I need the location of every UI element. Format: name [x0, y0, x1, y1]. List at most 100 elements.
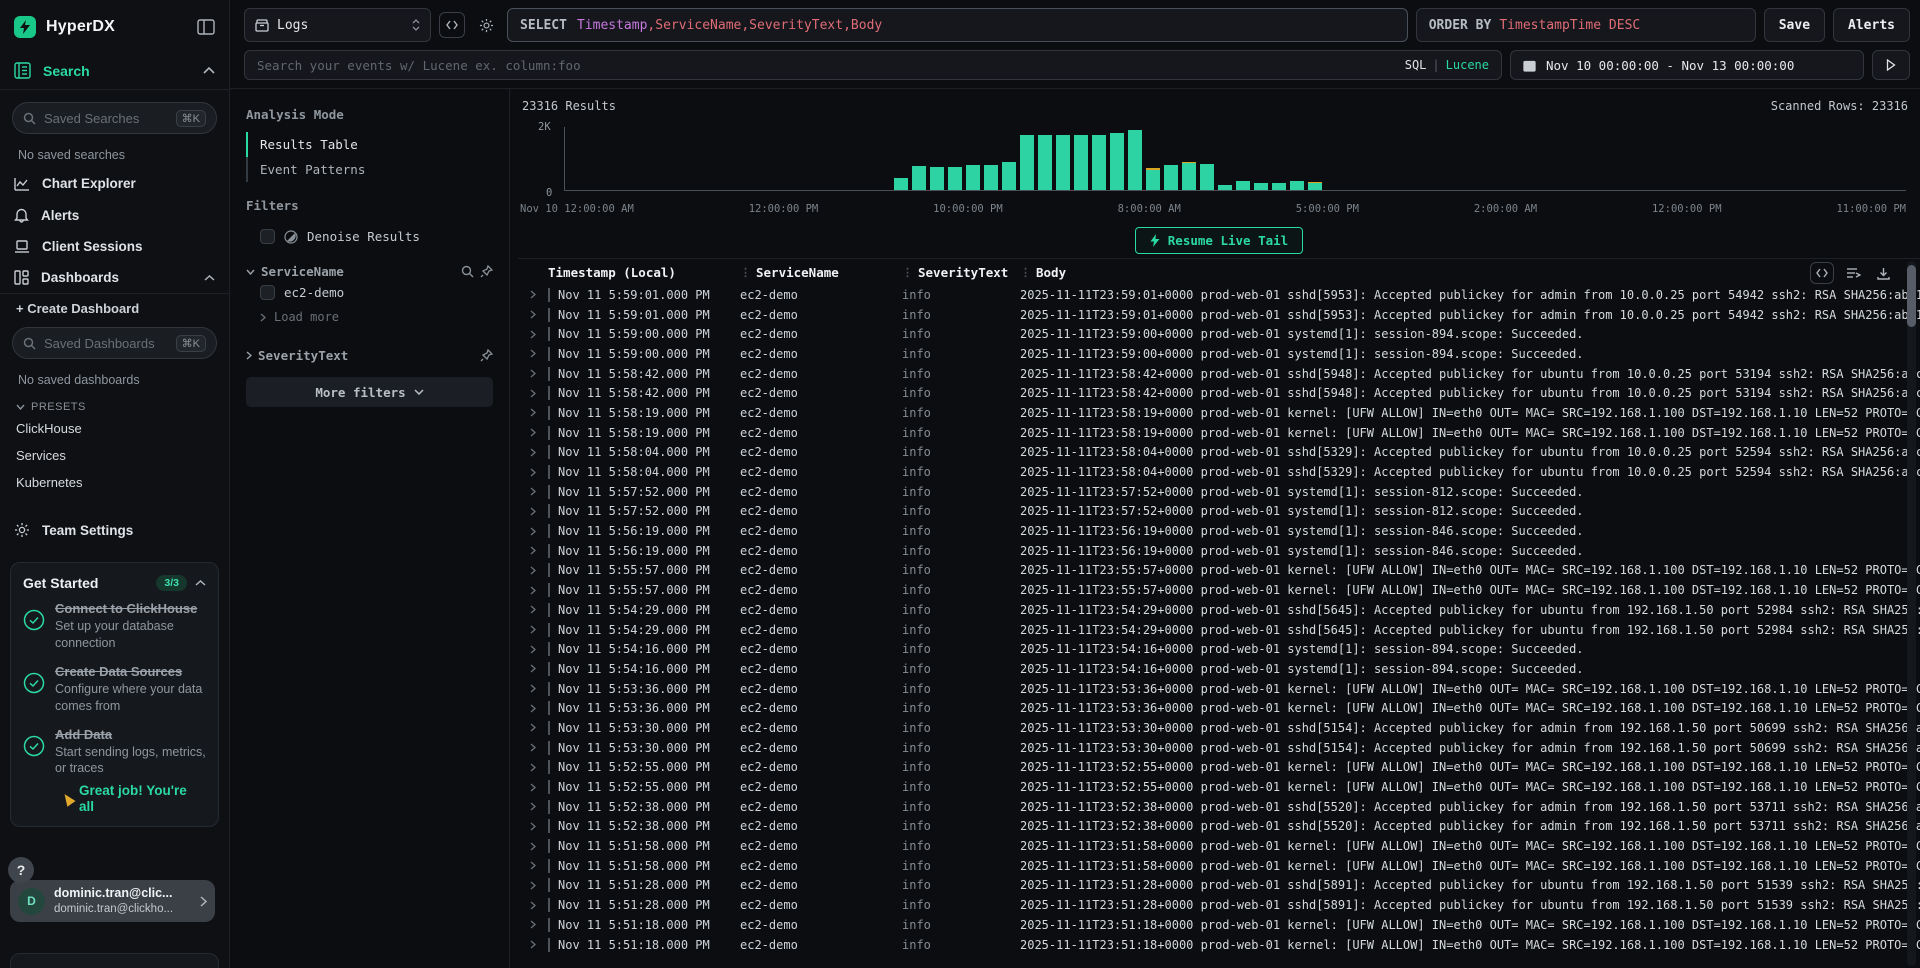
chart-bar[interactable]: [1146, 168, 1160, 190]
user-profile-chip[interactable]: D dominic.tran@clic... dominic.tran@clic…: [10, 880, 215, 922]
chart-bar[interactable]: [1254, 183, 1268, 190]
filter-group-servicename[interactable]: ServiceName: [246, 264, 493, 279]
chart-bar[interactable]: [912, 166, 926, 190]
table-row[interactable]: Nov 11 5:52:38.000 PM ec2-demo info 2025…: [518, 817, 1920, 837]
expand-row-chevron-icon[interactable]: [518, 822, 548, 831]
chevron-up-icon[interactable]: [204, 275, 215, 281]
histogram-plot[interactable]: [564, 127, 1906, 191]
column-resize-handle[interactable]: ⋮: [1020, 266, 1030, 279]
query-language-toggle[interactable]: SQL | Lucene: [1405, 58, 1489, 72]
chevron-up-icon[interactable]: [195, 580, 206, 586]
sidebar-item-chart-explorer[interactable]: Chart Explorer: [0, 168, 229, 199]
expand-row-chevron-icon[interactable]: [518, 861, 548, 870]
saved-dashboards-input[interactable]: Saved Dashboards ⌘K: [12, 327, 217, 359]
table-scrollbar[interactable]: [1907, 261, 1916, 966]
expand-row-chevron-icon[interactable]: [518, 901, 548, 910]
expand-row-chevron-icon[interactable]: [518, 290, 548, 299]
table-row[interactable]: Nov 11 5:58:04.000 PM ec2-demo info 2025…: [518, 443, 1920, 463]
chart-bar[interactable]: [948, 167, 962, 190]
table-row[interactable]: Nov 11 5:58:42.000 PM ec2-demo info 2025…: [518, 383, 1920, 403]
expand-row-chevron-icon[interactable]: [518, 763, 548, 772]
expand-row-chevron-icon[interactable]: [518, 940, 548, 949]
table-row[interactable]: Nov 11 5:54:29.000 PM ec2-demo info 2025…: [518, 600, 1920, 620]
expand-row-chevron-icon[interactable]: [518, 881, 548, 890]
chart-bar[interactable]: [1128, 130, 1142, 190]
expand-row-chevron-icon[interactable]: [518, 783, 548, 792]
expand-row-chevron-icon[interactable]: [518, 802, 548, 811]
filter-value-ec2-demo[interactable]: ec2-demo: [246, 279, 493, 306]
presets-toggle[interactable]: PRESETS: [0, 393, 229, 415]
table-row[interactable]: Nov 11 5:59:00.000 PM ec2-demo info 2025…: [518, 344, 1920, 364]
expand-row-chevron-icon[interactable]: [518, 349, 548, 358]
chart-bar[interactable]: [1020, 135, 1034, 190]
ec2-demo-checkbox[interactable]: [260, 285, 275, 300]
chart-bar[interactable]: [1290, 181, 1304, 190]
chart-bar[interactable]: [966, 165, 980, 190]
table-row[interactable]: Nov 11 5:53:36.000 PM ec2-demo info 2025…: [518, 679, 1920, 699]
event-search-input[interactable]: Search your events w/ Lucene ex. column:…: [244, 50, 1502, 80]
sidebar-item-client-sessions[interactable]: Client Sessions: [0, 231, 229, 262]
expand-row-chevron-icon[interactable]: [518, 448, 548, 457]
col-header-severitytext[interactable]: SeverityText: [918, 265, 1008, 280]
chart-bar[interactable]: [930, 167, 944, 190]
get-started-item[interactable]: Add Data Start sending logs, metrics, or…: [23, 727, 206, 778]
denoise-results-row[interactable]: Denoise Results: [246, 223, 493, 250]
chart-bar[interactable]: [1218, 185, 1232, 190]
resume-live-tail-button[interactable]: Resume Live Tail: [1135, 227, 1303, 254]
help-button[interactable]: ?: [8, 857, 34, 883]
table-row[interactable]: Nov 11 5:54:16.000 PM ec2-demo info 2025…: [518, 639, 1920, 659]
col-header-body[interactable]: Body: [1036, 265, 1066, 280]
search-icon[interactable]: [461, 265, 474, 278]
chart-bar[interactable]: [1056, 135, 1070, 190]
scrollbar-thumb[interactable]: [1907, 265, 1916, 327]
lang-sql-option[interactable]: SQL: [1405, 58, 1427, 72]
table-row[interactable]: Nov 11 5:52:55.000 PM ec2-demo info 2025…: [518, 758, 1920, 778]
column-options-icon[interactable]: [1842, 262, 1864, 284]
date-range-picker[interactable]: Nov 10 00:00:00 - Nov 13 00:00:00: [1510, 50, 1864, 80]
chart-bar[interactable]: [1236, 181, 1250, 190]
chart-bar[interactable]: [1182, 162, 1196, 190]
expand-row-chevron-icon[interactable]: [518, 310, 548, 319]
chart-bar[interactable]: [1074, 135, 1088, 190]
expand-row-chevron-icon[interactable]: [518, 546, 548, 555]
table-row[interactable]: Nov 11 5:51:18.000 PM ec2-demo info 2025…: [518, 935, 1920, 955]
table-row[interactable]: Nov 11 5:59:00.000 PM ec2-demo info 2025…: [518, 324, 1920, 344]
table-row[interactable]: Nov 11 5:51:28.000 PM ec2-demo info 2025…: [518, 895, 1920, 915]
select-columns-input[interactable]: SELECT Timestamp,ServiceName,SeverityTex…: [507, 8, 1408, 42]
chart-bar[interactable]: [1272, 183, 1286, 190]
preset-services[interactable]: Services: [0, 442, 229, 469]
col-header-timestamp[interactable]: Timestamp (Local): [548, 265, 676, 280]
table-row[interactable]: Nov 11 5:59:01.000 PM ec2-demo info 2025…: [518, 285, 1920, 305]
sidebar-item-search[interactable]: Search: [0, 52, 229, 89]
chart-bar[interactable]: [1110, 133, 1124, 190]
pin-icon[interactable]: [480, 349, 493, 362]
expand-row-chevron-icon[interactable]: [518, 586, 548, 595]
table-row[interactable]: Nov 11 5:53:30.000 PM ec2-demo info 2025…: [518, 718, 1920, 738]
table-row[interactable]: Nov 11 5:53:36.000 PM ec2-demo info 2025…: [518, 698, 1920, 718]
mode-event-patterns[interactable]: Event Patterns: [246, 157, 493, 182]
saved-searches-input[interactable]: Saved Searches ⌘K: [12, 102, 217, 134]
table-row[interactable]: Nov 11 5:58:19.000 PM ec2-demo info 2025…: [518, 423, 1920, 443]
column-resize-handle[interactable]: ⋮: [902, 266, 912, 279]
table-row[interactable]: Nov 11 5:54:29.000 PM ec2-demo info 2025…: [518, 620, 1920, 640]
table-row[interactable]: Nov 11 5:51:18.000 PM ec2-demo info 2025…: [518, 915, 1920, 935]
alerts-button[interactable]: Alerts: [1833, 8, 1910, 42]
expand-row-chevron-icon[interactable]: [518, 723, 548, 732]
more-filters-button[interactable]: More filters: [246, 377, 493, 407]
expand-row-chevron-icon[interactable]: [518, 842, 548, 851]
table-row[interactable]: Nov 11 5:51:58.000 PM ec2-demo info 2025…: [518, 836, 1920, 856]
load-more-button[interactable]: Load more: [246, 306, 493, 328]
preset-clickhouse[interactable]: ClickHouse: [0, 415, 229, 442]
source-select[interactable]: Logs: [244, 8, 431, 42]
expand-row-chevron-icon[interactable]: [518, 920, 548, 929]
table-row[interactable]: Nov 11 5:52:38.000 PM ec2-demo info 2025…: [518, 797, 1920, 817]
expand-row-chevron-icon[interactable]: [518, 369, 548, 378]
expand-row-chevron-icon[interactable]: [518, 645, 548, 654]
chart-bar[interactable]: [984, 165, 998, 190]
chart-bar[interactable]: [1038, 135, 1052, 190]
expand-row-chevron-icon[interactable]: [518, 743, 548, 752]
expand-row-chevron-icon[interactable]: [518, 408, 548, 417]
run-query-button[interactable]: [1872, 50, 1910, 80]
chart-bar[interactable]: [1308, 182, 1322, 190]
expand-row-chevron-icon[interactable]: [518, 605, 548, 614]
